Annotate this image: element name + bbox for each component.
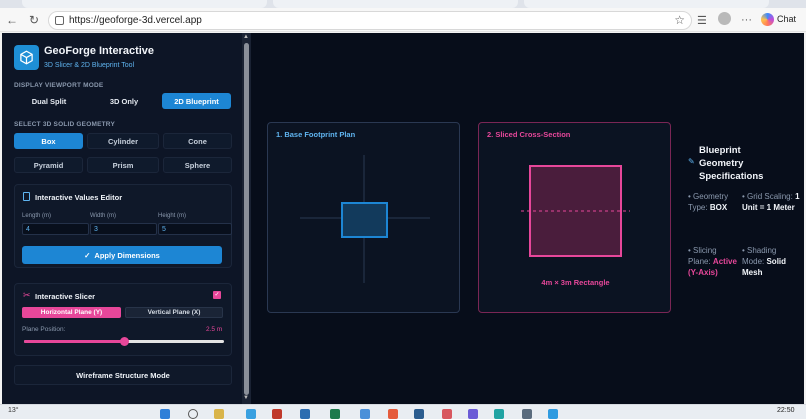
viewport-3d-only-button[interactable]: 3D Only bbox=[88, 93, 160, 109]
footprint-canvas bbox=[300, 155, 430, 283]
chat-label: Chat bbox=[777, 14, 797, 24]
chat-button[interactable]: Chat bbox=[761, 11, 796, 27]
geometry-box-button[interactable]: Box bbox=[14, 133, 83, 149]
geometry-cone-button[interactable]: Cone bbox=[163, 133, 232, 149]
taskbar-app-icon[interactable] bbox=[468, 409, 478, 419]
taskbar-app-icon[interactable] bbox=[272, 409, 282, 419]
taskbar-app-icon[interactable] bbox=[522, 409, 532, 419]
taskbar: 13° 22:50 bbox=[0, 404, 806, 419]
spec-slicing-plane: • Slicing Plane: Active (Y-Axis) bbox=[688, 245, 740, 278]
spec-shading-mode: • Shading Mode: Solid Mesh bbox=[742, 245, 800, 278]
apply-dimensions-button[interactable]: ✓ Apply Dimensions bbox=[22, 246, 222, 264]
browser-tab[interactable] bbox=[273, 0, 518, 8]
file-explorer-icon[interactable] bbox=[214, 409, 224, 419]
plane-position-label: Plane Position: bbox=[22, 326, 66, 333]
start-icon[interactable] bbox=[160, 409, 170, 419]
taskbar-app-icon[interactable] bbox=[246, 409, 256, 419]
length-input[interactable]: 4 bbox=[22, 223, 89, 235]
back-icon[interactable]: ← bbox=[5, 13, 19, 27]
viewport-mode-label: DISPLAY VIEWPORT MODE bbox=[14, 82, 104, 89]
sidebar-scrollbar[interactable]: ▲ ▼ bbox=[242, 33, 251, 404]
site-info-icon[interactable] bbox=[55, 16, 64, 25]
cross-section-view-card: 2. Sliced Cross-Section 4m × 3m Rectangl… bbox=[478, 122, 671, 313]
apply-dimensions-label: Apply Dimensions bbox=[94, 250, 160, 260]
taskbar-app-icon[interactable] bbox=[548, 409, 558, 419]
scissors-icon: ✂ bbox=[23, 290, 31, 300]
specs-title-line: Geometry bbox=[699, 158, 744, 169]
geometry-sphere-button[interactable]: Sphere bbox=[163, 157, 232, 173]
viewport-2d-blueprint-button[interactable]: 2D Blueprint bbox=[162, 93, 231, 109]
app-title: GeoForge Interactive bbox=[44, 45, 155, 57]
app-window: GeoForge Interactive 3D Slicer & 2D Blue… bbox=[2, 33, 804, 404]
spec-geometry-type: • Geometry Type: BOX bbox=[688, 191, 740, 213]
address-bar[interactable]: https://geoforge-3d.vercel.app ☆ bbox=[48, 11, 692, 30]
app-subtitle: 3D Slicer & 2D Blueprint Tool bbox=[44, 62, 135, 69]
more-icon[interactable]: ··· bbox=[741, 14, 752, 26]
width-input[interactable]: 3 bbox=[90, 223, 157, 235]
taskbar-app-icon[interactable] bbox=[330, 409, 340, 419]
slicer-title: Interactive Slicer bbox=[35, 292, 96, 301]
plane-position-slider[interactable] bbox=[24, 337, 224, 346]
plane-position-value: 2.5 m bbox=[206, 326, 223, 333]
slider-thumb[interactable] bbox=[120, 337, 129, 346]
values-editor-title: Interactive Values Editor bbox=[35, 193, 123, 202]
length-label: Length (m) bbox=[22, 213, 52, 219]
copilot-icon bbox=[761, 12, 774, 26]
width-label: Width (m) bbox=[90, 213, 116, 219]
table-icon bbox=[23, 192, 30, 201]
taskbar-app-icon[interactable] bbox=[388, 409, 398, 419]
system-clock[interactable]: 22:50 bbox=[777, 407, 795, 414]
slider-fill bbox=[24, 340, 124, 343]
geometry-prism-button[interactable]: Prism bbox=[87, 157, 159, 173]
taskbar-app-icon[interactable] bbox=[414, 409, 424, 419]
search-icon[interactable] bbox=[188, 409, 198, 419]
height-label: Height (m) bbox=[158, 213, 187, 219]
weather-widget[interactable]: 13° bbox=[8, 407, 19, 414]
geometry-pyramid-button[interactable]: Pyramid bbox=[14, 157, 83, 173]
cross-section-caption: 4m × 3m Rectangle bbox=[541, 278, 610, 287]
specs-title: Blueprint Geometry Specifications bbox=[699, 144, 763, 183]
viewport-dual-split-button[interactable]: Dual Split bbox=[14, 93, 84, 109]
browser-toolbar: ← ↻ https://geoforge-3d.vercel.app ☆ ☰ ·… bbox=[0, 8, 806, 32]
browser-tab[interactable] bbox=[524, 0, 769, 8]
vertical-plane-button[interactable]: Vertical Plane (X) bbox=[125, 307, 223, 318]
sidebar: GeoForge Interactive 3D Slicer & 2D Blue… bbox=[2, 33, 251, 404]
specs-title-line: Specifications bbox=[699, 171, 764, 182]
taskbar-app-icon[interactable] bbox=[300, 409, 310, 419]
specs-title-line: Blueprint bbox=[699, 145, 741, 156]
pencil-icon: ✎ bbox=[688, 157, 695, 166]
slicer-enabled-checkbox[interactable]: ✓ bbox=[213, 291, 221, 299]
height-input[interactable]: 5 bbox=[158, 223, 232, 235]
taskbar-app-icon[interactable] bbox=[494, 409, 504, 419]
geometry-label: SELECT 3D SOLID GEOMETRY bbox=[14, 121, 115, 128]
footprint-view-card: 1. Base Footprint Plan bbox=[267, 122, 460, 313]
url-text: https://geoforge-3d.vercel.app bbox=[69, 15, 202, 26]
horizontal-plane-button[interactable]: Horizontal Plane (Y) bbox=[22, 307, 121, 318]
browser-tab-strip bbox=[0, 0, 806, 8]
scrollbar-thumb[interactable] bbox=[244, 43, 249, 395]
geometry-cylinder-button[interactable]: Cylinder bbox=[87, 133, 159, 149]
favorites-icon[interactable]: ☰ bbox=[697, 14, 707, 27]
favorite-star-icon[interactable]: ☆ bbox=[674, 13, 685, 27]
scroll-down-icon[interactable]: ▼ bbox=[243, 395, 249, 401]
spec-label: • Grid Scaling: bbox=[742, 192, 793, 201]
wireframe-mode-button[interactable]: Wireframe Structure Mode bbox=[14, 365, 232, 385]
refresh-icon[interactable]: ↻ bbox=[27, 13, 41, 27]
profile-avatar[interactable] bbox=[718, 12, 731, 25]
spec-grid-scaling: • Grid Scaling: 1 Unit = 1 Meter bbox=[742, 191, 800, 213]
taskbar-app-icon[interactable] bbox=[442, 409, 452, 419]
spec-value: BOX bbox=[709, 203, 728, 212]
scroll-up-icon[interactable]: ▲ bbox=[243, 34, 249, 40]
check-icon: ✓ bbox=[84, 250, 91, 260]
browser-tab[interactable] bbox=[22, 0, 267, 8]
cube-logo-icon bbox=[14, 45, 39, 70]
taskbar-app-icon[interactable] bbox=[360, 409, 370, 419]
